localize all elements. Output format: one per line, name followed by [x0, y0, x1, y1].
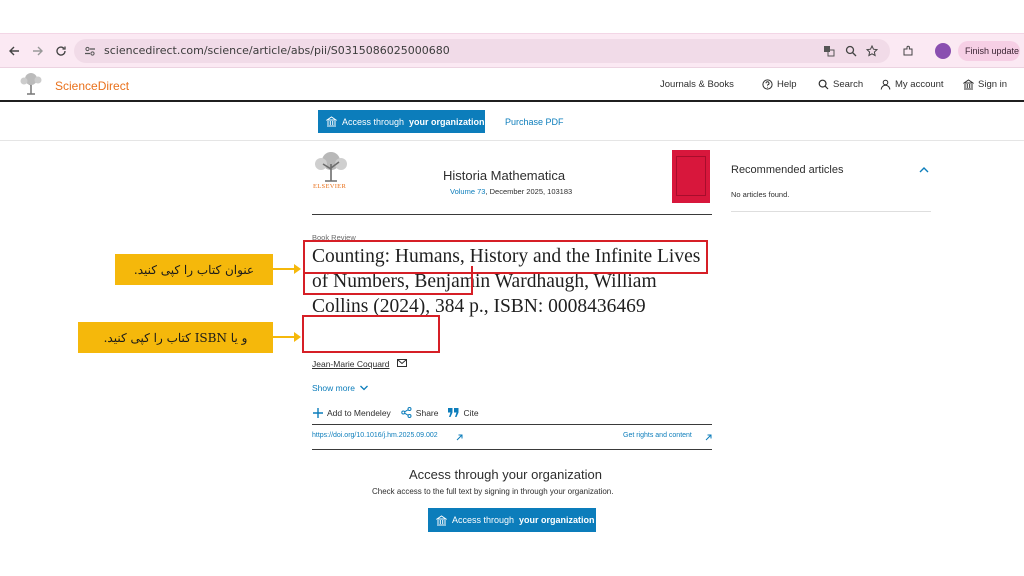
nav-my-account[interactable]: My account: [880, 79, 944, 90]
no-articles-text: No articles found.: [731, 190, 790, 199]
copy-isbn-callout: و یا ISBN کتاب را کپی کنید.: [78, 322, 273, 353]
translate-icon[interactable]: [822, 44, 836, 58]
issue-info: , December 2025, 103183: [485, 187, 573, 196]
elsevier-tree-logo[interactable]: [18, 72, 44, 96]
purchase-pdf-link[interactable]: Purchase PDF: [505, 117, 564, 127]
nav-journals-label: Journals & Books: [660, 79, 734, 90]
cite-button[interactable]: Cite: [448, 407, 479, 418]
nav-signin-label: Sign in: [978, 79, 1008, 90]
show-more-label: Show more: [312, 383, 355, 393]
show-more-toggle[interactable]: Show more: [312, 383, 369, 393]
share-label: Share: [415, 407, 439, 418]
add-to-mendeley-button[interactable]: Add to Mendeley: [313, 407, 391, 418]
reload-icon[interactable]: [51, 41, 71, 61]
recommended-articles-heading: Recommended articles: [731, 164, 844, 176]
site-header: ScienceDirect Journals & Books Help Sear…: [0, 68, 1024, 102]
url-text[interactable]: sciencedirect.com/science/article/abs/pi…: [104, 44, 450, 57]
access-button-strong: your organization: [409, 116, 485, 127]
elsevier-logo[interactable]: [312, 150, 350, 182]
external-link-icon: [456, 434, 463, 441]
recommended-divider: [731, 211, 931, 212]
browser-toolbar: sciencedirect.com/science/article/abs/pi…: [0, 34, 1024, 68]
quote-icon: [448, 408, 459, 417]
share-icon: [401, 407, 412, 418]
institution-icon: [436, 514, 447, 525]
isbn-arrow-icon: [273, 332, 301, 342]
nav-journals-books[interactable]: Journals & Books: [660, 79, 734, 90]
access-organization-button-bottom[interactable]: Access through your organization: [428, 508, 596, 532]
isbn-highlight-box: [302, 315, 440, 353]
access-button-prefix: Access through: [342, 116, 405, 127]
article-actions: Add to Mendeley Share Cite: [313, 407, 489, 418]
external-link-icon: [705, 434, 712, 441]
journal-title[interactable]: Historia Mathematica: [443, 168, 565, 183]
extensions-icon[interactable]: [898, 41, 918, 61]
profile-avatar[interactable]: [935, 43, 951, 59]
zoom-icon[interactable]: [844, 44, 858, 58]
back-arrow-icon[interactable]: [4, 41, 24, 61]
journal-meta: Volume 73, December 2025, 103183: [450, 187, 572, 196]
finish-update-button[interactable]: Finish update: [958, 41, 1020, 61]
elsevier-wordmark: ELSEVIER: [313, 183, 347, 190]
volume-link[interactable]: Volume 73: [450, 187, 485, 196]
cite-label: Cite: [463, 407, 479, 418]
doi-link[interactable]: https://doi.org/10.1016/j.hm.2025.09.002: [312, 432, 438, 439]
nav-search-label: Search: [833, 79, 864, 90]
tab-strip: [0, 0, 1024, 34]
mail-icon[interactable]: [397, 359, 407, 367]
access-bar: Access through your organization Purchase…: [0, 103, 1024, 141]
copy-title-callout: عنوان کتاب را کپی کنید.: [115, 254, 273, 285]
site-info-icon[interactable]: [84, 44, 96, 62]
sciencedirect-brand[interactable]: ScienceDirect: [55, 79, 129, 93]
access-section-subtext: Check access to the full text by signing…: [372, 487, 614, 496]
journal-divider: [312, 214, 712, 215]
help-icon: [762, 79, 773, 90]
access-bottom-prefix: Access through: [452, 515, 515, 525]
author-link[interactable]: Jean-Marie Coquard: [312, 359, 389, 369]
mendeley-label: Add to Mendeley: [327, 407, 391, 418]
nav-help-label: Help: [777, 79, 797, 90]
access-bottom-strong: your organization: [519, 515, 595, 525]
chevron-up-icon[interactable]: [918, 162, 930, 180]
plus-icon: [313, 407, 323, 418]
search-icon: [818, 79, 829, 90]
access-section-heading: Access through your organization: [409, 467, 602, 482]
share-button[interactable]: Share: [401, 407, 439, 418]
title-arrow-icon: [273, 264, 301, 274]
forward-arrow-icon[interactable]: [28, 41, 48, 61]
journal-cover-image[interactable]: [672, 150, 710, 203]
address-bar[interactable]: sciencedirect.com/science/article/abs/pi…: [74, 39, 890, 63]
institution-icon: [326, 116, 337, 127]
nav-search[interactable]: Search: [818, 79, 863, 90]
title-highlight-box-line2: [303, 266, 473, 295]
bookmark-star-icon[interactable]: [865, 44, 879, 58]
doi-divider: [312, 449, 712, 450]
access-through-organization-button[interactable]: Access through your organization: [318, 110, 485, 133]
nav-account-label: My account: [895, 79, 944, 90]
nav-help[interactable]: Help: [762, 79, 797, 90]
user-icon: [880, 79, 891, 90]
rights-link[interactable]: Get rights and content: [623, 432, 692, 439]
actions-divider: [312, 424, 712, 425]
chevron-down-icon: [360, 385, 368, 391]
institution-icon: [963, 79, 974, 90]
nav-sign-in[interactable]: Sign in: [963, 79, 1007, 90]
